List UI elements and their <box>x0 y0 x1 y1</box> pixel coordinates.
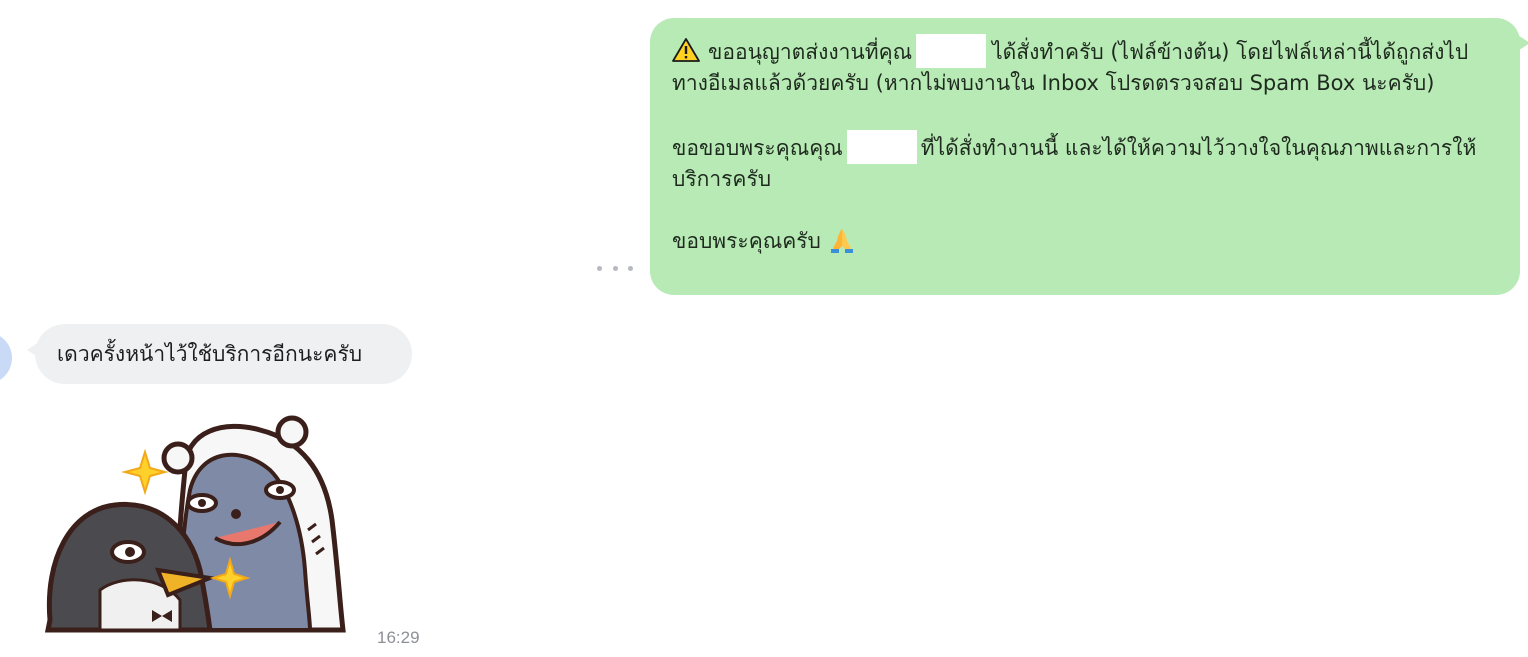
message-timestamp: 16:29 <box>377 628 420 647</box>
avatar[interactable] <box>0 332 12 384</box>
message-text: ขอขอบพระคุณคุณ <box>672 136 843 160</box>
message-paragraph-1: ขออนุญาตส่งงานที่คุณ ได้สั่งทำครับ (ไฟล์ข… <box>672 34 1500 99</box>
warning-icon <box>672 38 700 62</box>
message-text: เดวครั้งหน้าไว้ใช้บริการอีกนะครับ <box>57 342 363 366</box>
outgoing-message-bubble[interactable]: ขออนุญาตส่งงานที่คุณ ได้สั่งทำครับ (ไฟล์ข… <box>650 18 1528 295</box>
penguin-and-bear-sticker[interactable] <box>40 410 360 635</box>
message-text: ขออนุญาตส่งงานที่คุณ <box>708 40 913 64</box>
message-text: ขอบพระคุณครับ <box>672 229 821 253</box>
more-options-button[interactable] <box>597 262 633 274</box>
redacted-name <box>916 34 987 68</box>
folded-hands-icon <box>830 229 853 253</box>
message-paragraph-3: ขอบพระคุณครับ <box>672 226 1500 257</box>
dot <box>612 265 618 271</box>
redacted-name <box>846 130 917 164</box>
chat-area: ขออนุญาตส่งงานที่คุณ ได้สั่งทำครับ (ไฟล์ข… <box>0 0 1528 657</box>
dot <box>597 265 602 271</box>
dot <box>628 265 633 271</box>
message-paragraph-2: ขอขอบพระคุณคุณ ที่ได้สั่งทำงานนี้ และได้ใ… <box>672 130 1500 195</box>
incoming-message-bubble[interactable]: เดวครั้งหน้าไว้ใช้บริการอีกนะครับ <box>27 324 412 384</box>
